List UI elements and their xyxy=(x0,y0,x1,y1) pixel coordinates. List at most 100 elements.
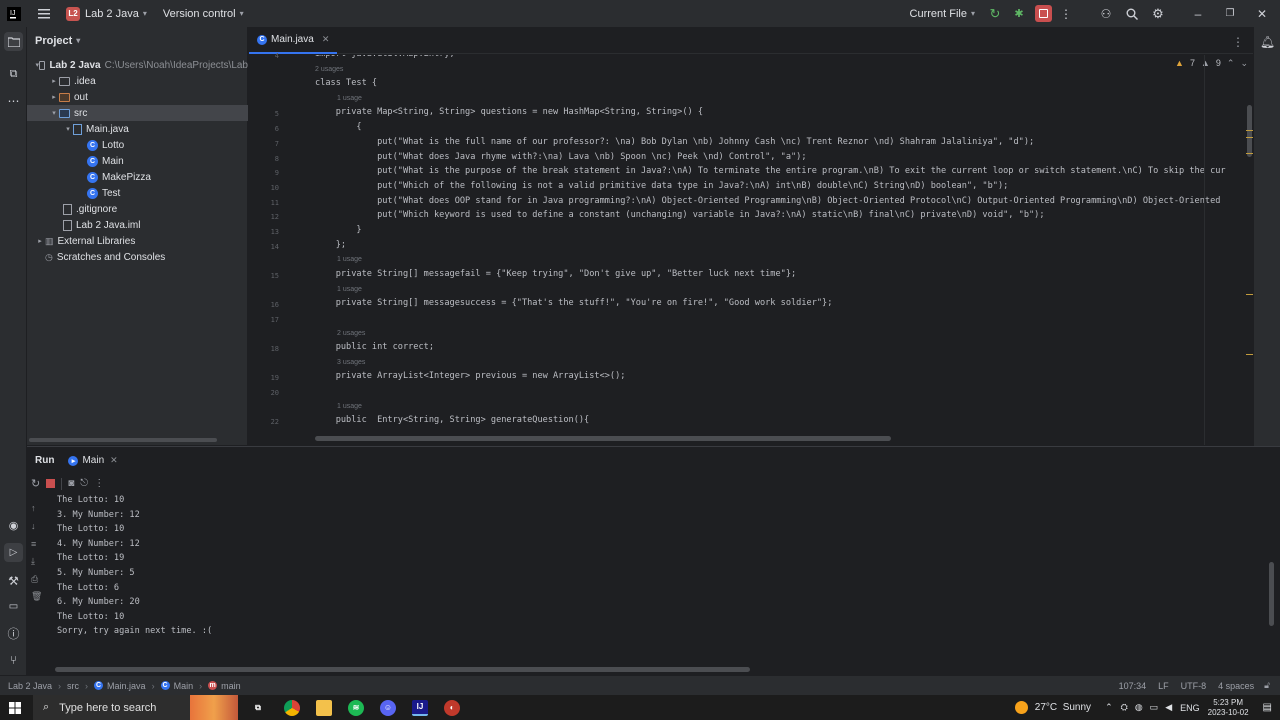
breadcrumb-item[interactable]: Main xyxy=(174,681,194,691)
project-tool-icon[interactable] xyxy=(4,32,23,51)
indent-setting[interactable]: 4 spaces xyxy=(1218,681,1254,691)
github-desktop-icon[interactable]: ◐ xyxy=(444,699,460,716)
terminal-icon[interactable]: ▭ xyxy=(4,597,23,616)
breadcrumb-item[interactable]: main xyxy=(221,681,241,691)
usage-hint[interactable]: 2 usages xyxy=(315,66,343,73)
problems-icon[interactable]: ⓘ xyxy=(4,624,23,643)
services-icon[interactable]: ◉ xyxy=(4,516,23,535)
console-vertical-scrollbar[interactable] xyxy=(1269,562,1274,626)
usage-hint[interactable]: 1 usage xyxy=(337,256,362,263)
build-icon[interactable]: ⚒ xyxy=(4,571,23,590)
trash-icon[interactable]: 🗑︎ xyxy=(31,591,42,602)
tree-item-lotto[interactable]: C Lotto xyxy=(27,137,248,153)
code-line[interactable]: private ArrayList<Integer> previous = ne… xyxy=(315,371,626,381)
scroll-to-end-icon[interactable]: ⤓ xyxy=(31,556,35,567)
code-line[interactable]: put("What does Java rhyme with?:\na) Lav… xyxy=(315,152,806,162)
exit-icon[interactable]: ⎋ xyxy=(80,478,88,489)
code-line[interactable]: class Test { xyxy=(315,78,377,88)
tree-item-root[interactable]: ▾ Lab 2 Java C:\Users\Noah\IdeaProjects\… xyxy=(27,57,248,73)
project-hscroll[interactable] xyxy=(29,438,217,442)
code-line[interactable]: public int correct; xyxy=(315,342,434,352)
breadcrumb-item[interactable]: src xyxy=(67,681,79,691)
code-line[interactable]: put("What is the purpose of the break st… xyxy=(315,166,1226,176)
usage-hint[interactable]: 3 usages xyxy=(337,359,365,366)
print-icon[interactable]: ⎙ xyxy=(31,574,38,585)
project-panel-header[interactable]: Project ▾ xyxy=(27,27,247,54)
usage-hint[interactable]: 1 usage xyxy=(337,95,362,102)
windows-start-icon[interactable] xyxy=(0,701,30,714)
code-line[interactable]: private String[] messagefail = {"Keep tr… xyxy=(315,269,796,279)
breadcrumb-item[interactable]: Lab 2 Java xyxy=(8,681,52,691)
more-tools-icon[interactable]: ⋯ xyxy=(4,91,23,110)
tree-item-makepizza[interactable]: C MakePizza xyxy=(27,169,248,185)
weather-sun-icon[interactable] xyxy=(1014,701,1028,714)
search-icon[interactable] xyxy=(1124,6,1140,22)
tree-item-main-java[interactable]: ▾ Main.java xyxy=(27,121,248,137)
volume-icon[interactable]: ◀ xyxy=(1165,702,1172,713)
language-indicator[interactable]: ENG xyxy=(1180,703,1200,713)
code-line[interactable]: { xyxy=(315,122,361,132)
code-line[interactable]: import java.util.Map.Entry; xyxy=(315,55,455,59)
tabs-more-icon[interactable]: ⋮ xyxy=(1232,35,1244,49)
tree-item-test[interactable]: C Test xyxy=(27,185,248,201)
code-line[interactable]: put("Which keyword is used to define a c… xyxy=(315,210,1044,220)
code-line[interactable]: public Entry<String, String> generateQue… xyxy=(315,415,590,425)
weather-text[interactable]: 27°C Sunny xyxy=(1035,702,1091,713)
maximize-icon[interactable]: ❐ xyxy=(1222,6,1238,22)
tree-item-idea[interactable]: ▸ .idea xyxy=(27,73,248,89)
main-menu-icon[interactable] xyxy=(36,6,52,22)
tree-item-src[interactable]: ▾ src xyxy=(27,105,248,121)
tree-item-out[interactable]: ▸ out xyxy=(27,89,248,105)
rerun-icon[interactable]: ↻ xyxy=(987,6,1003,22)
intellij-taskbar-icon[interactable]: IJ xyxy=(412,699,428,716)
usage-hint[interactable]: 1 usage xyxy=(337,403,362,410)
up-arrow-icon[interactable]: ↑ xyxy=(31,503,36,513)
notification-center-icon[interactable]: ▤ xyxy=(1263,702,1272,713)
code-line[interactable]: put("What is the full name of our profes… xyxy=(315,137,1034,147)
breadcrumb-item[interactable]: Main.java xyxy=(107,681,146,691)
readonly-lock-icon[interactable]: 🔓︎ xyxy=(1264,680,1270,691)
settings-gear-icon[interactable]: ⚙ xyxy=(1150,6,1166,22)
git-icon[interactable]: ⑂ xyxy=(4,650,23,669)
code-line[interactable]: } xyxy=(315,225,361,235)
line-separator[interactable]: LF xyxy=(1158,681,1169,691)
code-line[interactable]: private String[] messagesuccess = {"That… xyxy=(315,298,833,308)
console-horizontal-scrollbar[interactable] xyxy=(55,667,750,672)
project-switcher[interactable]: L2 Lab 2 Java ▾ xyxy=(66,6,147,21)
tab-main-run[interactable]: ▸ Main ✕ xyxy=(68,455,118,466)
code-with-me-icon[interactable]: ⚇ xyxy=(1098,6,1114,22)
minimize-icon[interactable]: – xyxy=(1190,6,1206,22)
network-icon[interactable]: ▭ xyxy=(1150,702,1159,713)
stop-icon[interactable] xyxy=(46,479,56,488)
more-icon[interactable]: ⋮ xyxy=(94,478,104,489)
taskbar-search-box[interactable]: ⌕ Type here to search xyxy=(33,695,238,720)
tree-item-gitignore[interactable]: .gitignore xyxy=(27,201,248,217)
caret-position[interactable]: 107:34 xyxy=(1119,681,1147,691)
tree-item-main[interactable]: C Main xyxy=(27,153,248,169)
file-explorer-icon[interactable] xyxy=(316,699,332,716)
console-output[interactable]: The Lotto: 10 3. My Number: 12 The Lotto: … xyxy=(57,495,1237,670)
screenshot-camera-icon[interactable]: ◙ xyxy=(68,478,74,489)
code-line[interactable]: put("Which of the following is not a val… xyxy=(315,181,1008,191)
rerun-icon[interactable]: ↻ xyxy=(31,477,40,490)
more-actions-icon[interactable]: ⋮ xyxy=(1058,6,1074,22)
code-line[interactable]: private Map<String, String> questions = … xyxy=(315,107,703,117)
down-arrow-icon[interactable]: ↓ xyxy=(31,521,36,531)
tray-app-icon[interactable]: ⛭ xyxy=(1121,702,1128,713)
run-tool-icon[interactable]: ▷ xyxy=(4,543,23,562)
tray-overflow-icon[interactable]: ⌃ xyxy=(1105,702,1113,713)
close-icon[interactable]: ✕ xyxy=(1254,6,1270,22)
vcs-widget[interactable]: Version control ▾ xyxy=(163,8,244,20)
task-view-icon[interactable]: ⧉ xyxy=(250,700,266,716)
tray-app-icon[interactable]: ◍ xyxy=(1135,702,1143,713)
soft-wrap-icon[interactable]: ≡ xyxy=(31,539,36,549)
file-encoding[interactable]: UTF-8 xyxy=(1181,681,1207,691)
close-tab-icon[interactable]: ✕ xyxy=(322,34,330,45)
tree-item-iml[interactable]: Lab 2 Java.iml xyxy=(27,217,248,233)
run-config-selector[interactable]: Current File ▾ xyxy=(910,8,975,20)
tab-main-java[interactable]: C Main.java ✕ xyxy=(249,27,338,54)
code-view[interactable]: import java.util.Map.Entry; 2 usages class… xyxy=(315,55,1255,433)
editor-horizontal-scrollbar[interactable] xyxy=(315,436,891,441)
editor-vertical-scrollbar[interactable] xyxy=(1247,105,1252,157)
close-tab-icon[interactable]: ✕ xyxy=(110,455,118,466)
